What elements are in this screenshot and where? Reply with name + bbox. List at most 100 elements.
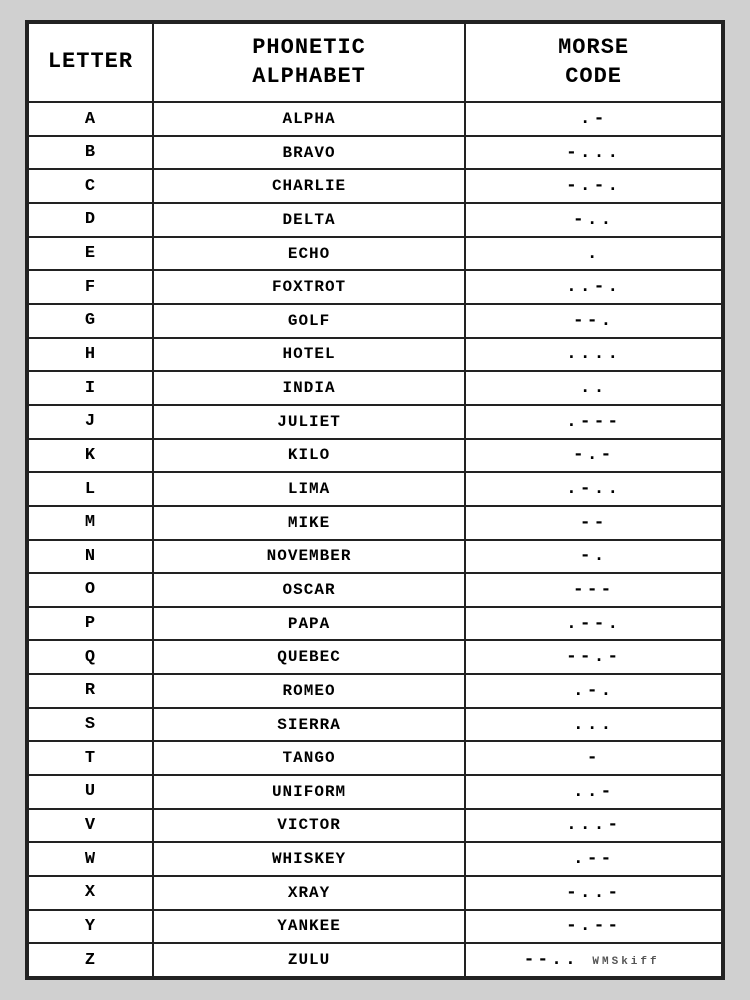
table-row: JJULIET.--- [28,405,722,439]
cell-letter: C [28,169,153,203]
table-row: CCHARLIE-.-. [28,169,722,203]
cell-phonetic: VICTOR [153,809,465,843]
table-row: IINDIA.. [28,371,722,405]
watermark: WMSkiff [579,954,664,970]
cell-morse: -.-- [465,910,722,944]
table-row: YYANKEE-.-- [28,910,722,944]
table-row: OOSCAR--- [28,573,722,607]
cell-phonetic: SIERRA [153,708,465,742]
cell-letter: I [28,371,153,405]
table-row: KKILO-.- [28,439,722,473]
cell-letter: G [28,304,153,338]
cell-phonetic: NOVEMBER [153,540,465,574]
table-row: WWHISKEY.-- [28,842,722,876]
cell-morse: .-. [465,674,722,708]
cell-morse: -.. [465,203,722,237]
cell-morse: -.-. [465,169,722,203]
cell-phonetic: HOTEL [153,338,465,372]
cell-letter: H [28,338,153,372]
cell-phonetic: ROMEO [153,674,465,708]
cell-morse: .-.. [465,472,722,506]
table-row: ZZULU--.. WMSkiff [28,943,722,977]
cell-phonetic: INDIA [153,371,465,405]
cell-letter: Q [28,640,153,674]
table-row: FFOXTROT..-. [28,270,722,304]
cell-morse: ..- [465,775,722,809]
cell-morse: .... [465,338,722,372]
cell-letter: V [28,809,153,843]
cell-letter: S [28,708,153,742]
cell-phonetic: ZULU [153,943,465,977]
table-row: XXRAY-..- [28,876,722,910]
cell-phonetic: YANKEE [153,910,465,944]
cell-letter: M [28,506,153,540]
cell-morse: . [465,237,722,271]
table-row: MMIKE-- [28,506,722,540]
header-morse: MORSECODE [465,23,722,102]
cell-letter: K [28,439,153,473]
cell-phonetic: GOLF [153,304,465,338]
table-row: RROMEO.-. [28,674,722,708]
table-row: HHOTEL.... [28,338,722,372]
cell-morse: --- [465,573,722,607]
table-row: PPAPA.--. [28,607,722,641]
cell-phonetic: MIKE [153,506,465,540]
cell-morse: ..-. [465,270,722,304]
cell-morse: -..- [465,876,722,910]
cell-letter: R [28,674,153,708]
cell-phonetic: WHISKEY [153,842,465,876]
table-row: LLIMA.-.. [28,472,722,506]
cell-morse: .- [465,102,722,136]
cell-phonetic: PAPA [153,607,465,641]
cell-morse: ... [465,708,722,742]
cell-letter: X [28,876,153,910]
cell-morse: --.. WMSkiff [465,943,722,977]
cell-morse: .--- [465,405,722,439]
cell-morse: -. [465,540,722,574]
cell-letter: D [28,203,153,237]
table-row: BBRAVO-... [28,136,722,170]
cell-phonetic: JULIET [153,405,465,439]
table-row: TTANGO- [28,741,722,775]
header-phonetic: PHONETICALPHABET [153,23,465,102]
morse-code-table: LETTER PHONETICALPHABET MORSECODE AALPHA… [27,22,723,978]
cell-morse: .. [465,371,722,405]
table-row: QQUEBEC--.- [28,640,722,674]
cell-morse: .--. [465,607,722,641]
cell-letter: J [28,405,153,439]
cell-letter: Z [28,943,153,977]
table-row: SSIERRA... [28,708,722,742]
cell-morse: - [465,741,722,775]
cell-letter: A [28,102,153,136]
cell-letter: E [28,237,153,271]
cell-morse: --.- [465,640,722,674]
table-row: DDELTA-.. [28,203,722,237]
cell-letter: O [28,573,153,607]
cell-morse: -.- [465,439,722,473]
cell-phonetic: QUEBEC [153,640,465,674]
cell-morse: -- [465,506,722,540]
cell-morse: --. [465,304,722,338]
cell-letter: T [28,741,153,775]
cell-letter: N [28,540,153,574]
table-row: VVICTOR...- [28,809,722,843]
cell-letter: B [28,136,153,170]
cell-phonetic: TANGO [153,741,465,775]
main-container: LETTER PHONETICALPHABET MORSECODE AALPHA… [25,20,725,980]
cell-phonetic: FOXTROT [153,270,465,304]
cell-morse: -... [465,136,722,170]
cell-phonetic: DELTA [153,203,465,237]
cell-phonetic: UNIFORM [153,775,465,809]
table-row: UUNIFORM..- [28,775,722,809]
cell-morse: .-- [465,842,722,876]
cell-letter: L [28,472,153,506]
table-row: GGOLF--. [28,304,722,338]
cell-phonetic: KILO [153,439,465,473]
cell-letter: W [28,842,153,876]
table-row: AALPHA.- [28,102,722,136]
cell-phonetic: XRAY [153,876,465,910]
cell-phonetic: OSCAR [153,573,465,607]
cell-letter: Y [28,910,153,944]
table-row: EECHO. [28,237,722,271]
cell-letter: P [28,607,153,641]
